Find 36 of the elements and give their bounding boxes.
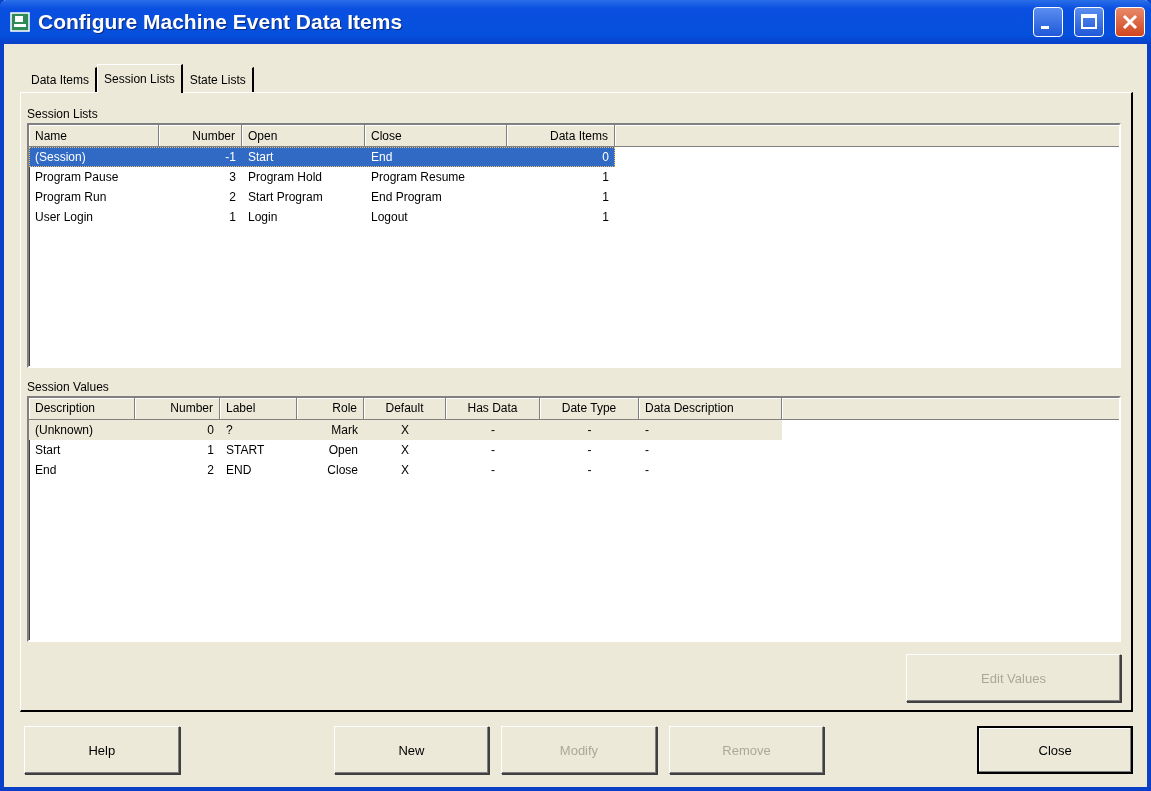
maximize-button[interactable]	[1074, 7, 1104, 37]
list-view[interactable]: Name Number Open Close Data Items (Session) -1 Start End 0 Program Pause 3 Program Hold Program Resume 1 Program Run 2 Start Program End Program 1 User Login 1 Login Logout 1	[27, 123, 1121, 368]
group-label: Session Values	[27, 379, 109, 394]
list-row[interactable]: (Unknown) 0 ? Mark X - - -	[29, 419, 782, 440]
list-row[interactable]: User Login 1 Login Logout 1	[29, 207, 615, 227]
column-header[interactable]: Data Items	[507, 125, 615, 147]
column-header[interactable]: Name	[29, 125, 159, 147]
dialog-button[interactable]: Help	[24, 726, 180, 774]
tab[interactable]: Session Lists	[97, 64, 183, 93]
maximize-icon	[1080, 13, 1098, 31]
column-header[interactable]: Close	[365, 125, 507, 147]
column-header[interactable]: Data Description	[639, 397, 782, 420]
minimize-button[interactable]	[1033, 7, 1063, 37]
column-header[interactable]: Number	[159, 125, 242, 147]
column-header[interactable]: Label	[220, 397, 297, 420]
list-row[interactable]: Program Run 2 Start Program End Program 1	[29, 187, 615, 207]
column-header[interactable]: Description	[29, 397, 135, 420]
column-header[interactable]: Number	[135, 397, 220, 420]
group-label: Session Lists	[27, 107, 98, 121]
list-row[interactable]: End 2 END Close X - - -	[29, 459, 782, 480]
list-row[interactable]: (Session) -1 Start End 0	[29, 147, 615, 167]
app-icon	[10, 12, 30, 32]
list-view[interactable]: Description Number Label Role Default Has Data Date Type Data Description (Unknown) 0 ? Mark X - - - Start 1 START Open X - - - End 2 END Close X - - -	[27, 395, 1121, 642]
list-row[interactable]: Program Pause 3 Program Hold Program Resume 1	[29, 167, 615, 187]
dialog-button[interactable]: New	[333, 726, 490, 774]
dialog-button[interactable]: Close	[977, 726, 1133, 774]
column-header[interactable]: Open	[242, 125, 365, 147]
column-header[interactable]: Role	[297, 397, 364, 420]
minimize-icon	[1041, 25, 1049, 29]
close-icon	[1121, 13, 1139, 31]
column-header[interactable]: Default	[364, 397, 446, 420]
close-button[interactable]	[1115, 7, 1145, 37]
list-row[interactable]: Start 1 START Open X - - -	[29, 439, 782, 460]
window-title: Configure Machine Event Data Items	[38, 10, 404, 34]
column-header[interactable]: Has Data	[446, 397, 540, 420]
column-header[interactable]: Date Type	[540, 397, 639, 420]
